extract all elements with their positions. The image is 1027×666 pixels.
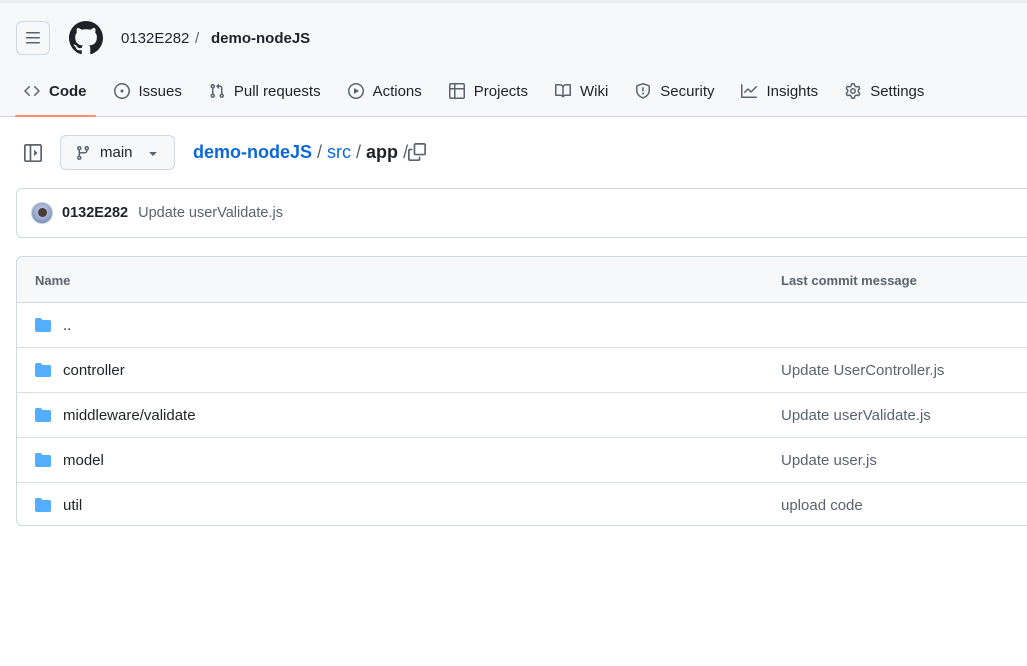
- breadcrumb-owner[interactable]: 0132E282: [121, 30, 189, 47]
- table-icon: [448, 83, 465, 99]
- file-name[interactable]: ..: [63, 317, 71, 334]
- latest-commit-box: 0132E282 Update userValidate.js: [16, 188, 1027, 238]
- git-pull-request-icon: [210, 83, 224, 99]
- file-path-breadcrumb: demo-nodeJS / src / app /: [193, 142, 413, 163]
- code-icon: [24, 85, 40, 97]
- file-name[interactable]: model: [63, 452, 104, 469]
- git-branch-icon: [76, 145, 89, 160]
- tab-pull-requests[interactable]: Pull requests: [200, 70, 330, 112]
- tab-settings-label: Settings: [870, 82, 925, 100]
- branch-selector[interactable]: main: [60, 135, 175, 170]
- file-name[interactable]: util: [63, 497, 82, 514]
- tab-wiki[interactable]: Wiki: [546, 70, 617, 112]
- tab-actions[interactable]: Actions: [339, 70, 431, 112]
- tab-insights-label: Insights: [766, 82, 819, 100]
- path-repo-link[interactable]: demo-nodeJS: [193, 142, 312, 163]
- column-header-last-commit: Last commit message: [781, 273, 917, 288]
- menu-button[interactable]: [16, 21, 50, 55]
- tab-insights[interactable]: Insights: [732, 70, 827, 112]
- tab-code[interactable]: Code: [15, 70, 96, 117]
- repo-tabs: Code Issues Pull requests Actions Projec…: [15, 70, 942, 117]
- header-top-border: [0, 0, 1027, 3]
- tab-issues-label: Issues: [138, 82, 182, 100]
- folder-icon: [35, 498, 51, 512]
- folder-icon: [35, 318, 51, 332]
- file-commit-message[interactable]: Update user.js: [781, 452, 877, 469]
- folder-icon: [35, 363, 51, 377]
- repo-header: 0132E282 / demo-nodeJS Code Issues Pull …: [0, 0, 1027, 117]
- table-row[interactable]: middleware/validate Update userValidate.…: [17, 393, 1027, 438]
- sidebar-expand-icon: [24, 144, 42, 162]
- tab-issues[interactable]: Issues: [105, 70, 191, 112]
- path-separator: /: [317, 142, 323, 162]
- tab-security[interactable]: Security: [626, 70, 723, 112]
- gear-icon: [845, 83, 861, 99]
- issue-opened-icon: [113, 83, 130, 99]
- copy-icon: [408, 143, 426, 161]
- file-name[interactable]: middleware/validate: [63, 407, 196, 424]
- path-current: app: [366, 142, 399, 162]
- graph-icon: [741, 84, 758, 98]
- tab-actions-label: Actions: [372, 82, 422, 100]
- github-logo-icon[interactable]: [69, 21, 103, 55]
- tab-security-label: Security: [660, 82, 715, 100]
- breadcrumb-repo[interactable]: demo-nodeJS: [211, 30, 310, 47]
- folder-icon: [35, 408, 51, 422]
- play-icon: [347, 83, 364, 99]
- folder-icon: [35, 453, 51, 467]
- expand-file-tree-button[interactable]: [16, 136, 50, 170]
- file-commit-message[interactable]: upload code: [781, 497, 863, 514]
- tab-wiki-label: Wiki: [579, 82, 609, 100]
- commit-message[interactable]: Update userValidate.js: [138, 205, 283, 221]
- path-separator: /: [356, 142, 362, 162]
- triangle-down-icon: [148, 151, 157, 156]
- tab-code-label: Code: [49, 82, 87, 100]
- file-table: Name Last commit message .. controller U…: [16, 256, 1027, 526]
- table-row[interactable]: util upload code: [17, 483, 1027, 525]
- file-commit-message[interactable]: Update UserController.js: [781, 362, 944, 379]
- file-name[interactable]: controller: [63, 362, 125, 379]
- path-dir-link[interactable]: src: [327, 142, 351, 163]
- table-row[interactable]: ..: [17, 303, 1027, 348]
- table-row[interactable]: model Update user.js: [17, 438, 1027, 483]
- avatar[interactable]: [31, 202, 53, 224]
- table-header: Name Last commit message: [17, 257, 1027, 303]
- shield-icon: [636, 83, 651, 99]
- branch-name: main: [100, 144, 133, 161]
- commit-author[interactable]: 0132E282: [62, 205, 128, 221]
- hamburger-icon: [26, 32, 40, 44]
- file-commit-message[interactable]: Update userValidate.js: [781, 407, 931, 424]
- copy-path-button[interactable]: [408, 143, 428, 163]
- column-header-name: Name: [35, 273, 71, 288]
- tab-pull-requests-label: Pull requests: [233, 82, 321, 100]
- table-row[interactable]: controller Update UserController.js: [17, 348, 1027, 393]
- breadcrumb-separator: /: [195, 30, 200, 47]
- tab-projects-label: Projects: [473, 82, 528, 100]
- tab-settings[interactable]: Settings: [836, 70, 933, 112]
- tab-projects[interactable]: Projects: [440, 70, 537, 112]
- book-icon: [554, 83, 571, 98]
